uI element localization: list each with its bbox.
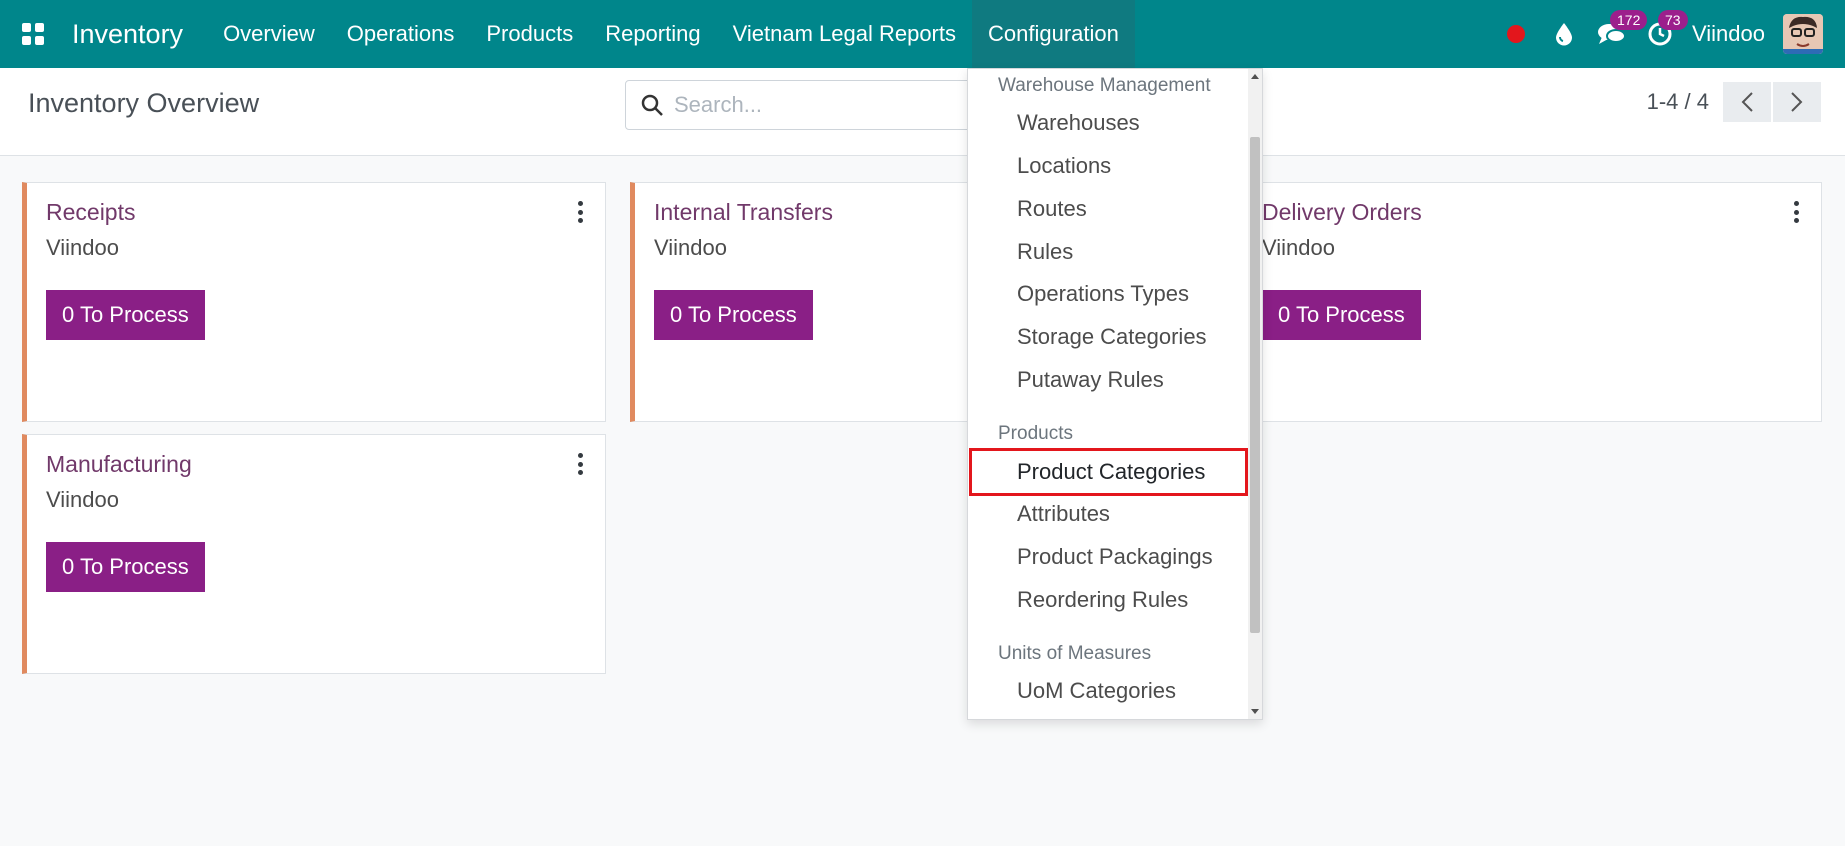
activities-clock-icon[interactable]: 73	[1636, 0, 1688, 68]
control-panel: Inventory Overview 1-4 / 4	[0, 68, 1845, 156]
pager: 1-4 / 4	[1647, 82, 1821, 122]
menu-item-storage-categories[interactable]: Storage Categories	[1017, 324, 1207, 350]
menu-item-reordering-rules[interactable]: Reordering Rules	[1017, 587, 1188, 613]
menu-item-product-categories[interactable]: Product Categories	[1017, 459, 1205, 485]
configuration-dropdown: Warehouse Management Warehouses Location…	[967, 68, 1263, 720]
to-process-button[interactable]: 0 To Process	[46, 290, 205, 340]
card-title[interactable]: Receipts	[46, 199, 135, 226]
menu-overview[interactable]: Overview	[207, 0, 331, 68]
user-avatar[interactable]	[1783, 14, 1823, 54]
kanban-card-delivery-orders[interactable]: Delivery Orders Viindoo 0 To Process	[1238, 182, 1822, 422]
messages-icon[interactable]: 172	[1588, 0, 1648, 68]
card-company: Viindoo	[46, 235, 119, 260]
menu-item-product-packagings[interactable]: Product Packagings	[1017, 544, 1213, 570]
pager-previous-button[interactable]	[1723, 82, 1771, 122]
page-title: Inventory Overview	[28, 88, 260, 118]
card-company: Viindoo	[654, 235, 727, 260]
menu-item-warehouses[interactable]: Warehouses	[1017, 110, 1140, 136]
dropdown-section-header: Products	[998, 423, 1073, 444]
menu-item-locations[interactable]: Locations	[1017, 153, 1111, 179]
card-company: Viindoo	[1262, 235, 1335, 260]
chevron-left-icon	[1741, 92, 1753, 112]
scroll-up-icon[interactable]	[1251, 74, 1259, 79]
menu-item-attributes[interactable]: Attributes	[1017, 501, 1110, 527]
menu-products[interactable]: Products	[470, 0, 589, 68]
menu-reporting[interactable]: Reporting	[589, 0, 716, 68]
kanban-card-receipts[interactable]: Receipts Viindoo 0 To Process	[22, 182, 606, 422]
apps-menu-icon[interactable]	[0, 0, 66, 68]
menu-item-uom-categories[interactable]: UoM Categories	[1017, 678, 1176, 704]
menu-vietnam-legal-reports[interactable]: Vietnam Legal Reports	[717, 0, 972, 68]
menu-item-routes[interactable]: Routes	[1017, 196, 1087, 222]
navbar-systray: 172 73 Viindoo	[1492, 0, 1845, 68]
card-title[interactable]: Delivery Orders	[1262, 199, 1422, 226]
scrollbar-thumb[interactable]	[1250, 137, 1260, 633]
activities-count-badge: 73	[1658, 10, 1688, 30]
menu-item-rules[interactable]: Rules	[1017, 239, 1073, 265]
kebab-menu-icon[interactable]	[575, 453, 585, 475]
top-navbar: Inventory Overview Operations Products R…	[0, 0, 1845, 68]
to-process-button[interactable]: 0 To Process	[654, 290, 813, 340]
pager-value[interactable]: 1-4 / 4	[1647, 89, 1709, 115]
record-icon[interactable]	[1492, 0, 1540, 68]
menu-operations[interactable]: Operations	[331, 0, 471, 68]
search-box[interactable]	[625, 80, 985, 130]
kebab-menu-icon[interactable]	[575, 201, 585, 223]
to-process-button[interactable]: 0 To Process	[46, 542, 205, 592]
kebab-menu-icon[interactable]	[1791, 201, 1801, 223]
search-icon	[640, 93, 664, 117]
dropdown-section-header: Warehouse Management	[998, 75, 1211, 96]
scroll-down-icon[interactable]	[1251, 709, 1259, 714]
menu-item-operations-types[interactable]: Operations Types	[1017, 281, 1189, 307]
to-process-button[interactable]: 0 To Process	[1262, 290, 1421, 340]
dropdown-section-header: Units of Measures	[998, 643, 1152, 664]
card-company: Viindoo	[46, 487, 119, 512]
card-title[interactable]: Internal Transfers	[654, 199, 833, 226]
search-input[interactable]	[674, 92, 954, 118]
card-title[interactable]: Manufacturing	[46, 451, 192, 478]
app-name[interactable]: Inventory	[66, 19, 189, 50]
dropdown-scrollbar[interactable]	[1248, 69, 1262, 719]
kanban-card-manufacturing[interactable]: Manufacturing Viindoo 0 To Process	[22, 434, 606, 674]
menu-item-putaway-rules[interactable]: Putaway Rules	[1017, 367, 1164, 393]
chevron-right-icon	[1791, 92, 1803, 112]
menu-configuration[interactable]: Configuration	[972, 0, 1135, 68]
droplet-icon[interactable]	[1540, 0, 1588, 68]
pager-next-button[interactable]	[1773, 82, 1821, 122]
user-name[interactable]: Viindoo	[1692, 21, 1765, 47]
